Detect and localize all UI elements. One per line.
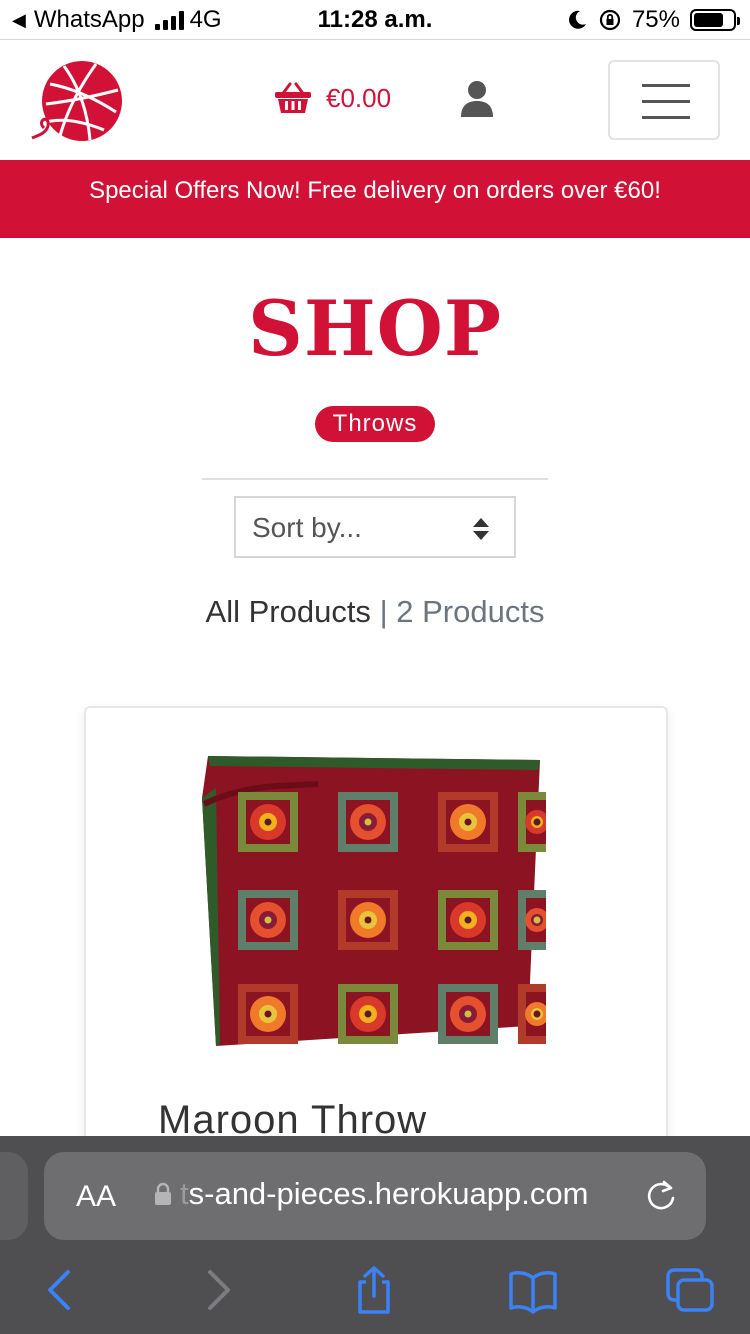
granny-square-dot	[533, 818, 541, 826]
share-icon[interactable]	[352, 1266, 396, 1314]
text-size-button[interactable]: AA	[76, 1180, 116, 1214]
battery-icon	[690, 9, 740, 31]
site-header: €0.00	[0, 40, 750, 160]
page-title: SHOP	[247, 284, 503, 373]
all-products-link[interactable]: All Products	[206, 594, 371, 629]
count-separator: |	[379, 594, 388, 629]
basket-total: €0.00	[326, 82, 392, 113]
url-faded-text: t	[180, 1176, 189, 1211]
battery-percent: 75%	[631, 6, 680, 33]
granny-square-dot	[533, 1010, 541, 1018]
granny-square-dot	[464, 1010, 472, 1018]
granny-square-dot	[264, 916, 272, 924]
address-bar[interactable]: AA ts-and-pieces.herokuapp.com	[44, 1152, 706, 1240]
user-icon[interactable]	[460, 80, 494, 118]
category-badge[interactable]: Throws	[315, 406, 435, 442]
divider	[202, 478, 548, 480]
rotation-lock-icon	[599, 9, 621, 31]
status-right: 75%	[566, 6, 740, 34]
hamburger-menu-icon	[642, 84, 690, 87]
sort-select[interactable]: Sort by...	[234, 496, 516, 558]
tabs-icon[interactable]	[666, 1266, 716, 1314]
granny-square-dot	[464, 916, 472, 924]
granny-square-dot	[264, 818, 272, 826]
bookmarks-icon[interactable]	[508, 1266, 558, 1314]
granny-square-dot	[533, 916, 541, 924]
granny-square-dot	[364, 1010, 372, 1018]
url-text[interactable]: ts-and-pieces.herokuapp.com	[180, 1176, 588, 1212]
url-domain: s-and-pieces.herokuapp.com	[188, 1176, 589, 1211]
lock-icon	[155, 1182, 171, 1205]
granny-square-dot	[264, 1010, 272, 1018]
products-count: All Products | 2 Products	[0, 594, 750, 630]
forward-arrow-icon[interactable]	[196, 1266, 240, 1314]
status-bar: ◀ WhatsApp 4G 11:28 a.m. 75%	[0, 0, 750, 40]
reload-icon[interactable]	[644, 1178, 678, 1212]
moon-icon	[569, 10, 586, 29]
product-image[interactable]	[198, 748, 546, 1050]
yarn-ball-logo[interactable]	[30, 60, 126, 142]
granny-square-dot	[364, 916, 372, 924]
basket-icon	[275, 82, 311, 113]
granny-square-dot	[464, 818, 472, 826]
granny-square-dot	[364, 818, 372, 826]
product-count: 2 Products	[396, 594, 545, 629]
sort-arrows-icon	[473, 518, 489, 540]
hamburger-line	[642, 100, 690, 103]
promo-banner: Special Offers Now! Free delivery on ord…	[0, 160, 750, 238]
product-card[interactable]: Maroon Throw	[84, 706, 668, 1206]
basket-link[interactable]: €0.00	[274, 82, 391, 114]
sort-select-value: Sort by...	[252, 512, 362, 543]
back-arrow-icon[interactable]	[42, 1266, 86, 1314]
previous-tab-peek[interactable]	[0, 1152, 28, 1240]
hamburger-menu-button[interactable]	[608, 60, 720, 140]
hamburger-line	[642, 116, 690, 119]
